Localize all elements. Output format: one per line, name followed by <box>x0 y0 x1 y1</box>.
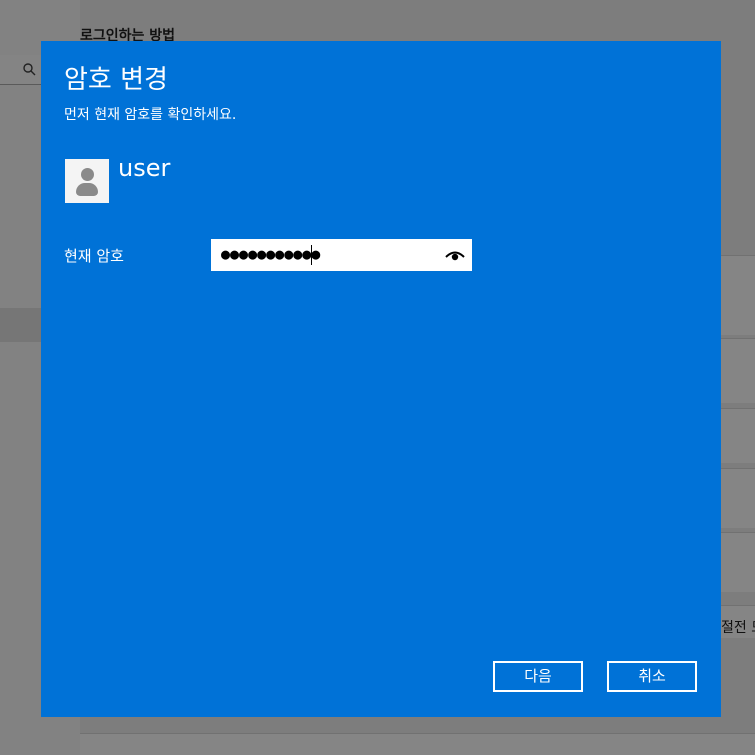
background-card <box>721 408 755 463</box>
dialog-subtitle: 먼저 현재 암호를 확인하세요. <box>64 107 237 123</box>
dialog-title: 암호 변경 <box>64 65 168 95</box>
background-card <box>721 532 755 592</box>
text-caret <box>311 245 312 265</box>
username: user <box>118 154 171 182</box>
next-button[interactable]: 다음 <box>493 661 583 692</box>
cancel-button[interactable]: 취소 <box>607 661 697 692</box>
eye-icon[interactable] <box>445 248 465 262</box>
user-avatar-icon <box>65 159 109 203</box>
search-icon <box>23 63 36 76</box>
password-masked-value: ●●●●●●●●●●● <box>221 245 321 263</box>
background-bottom-card <box>80 733 755 755</box>
background-card <box>721 468 755 528</box>
background-card <box>721 338 755 403</box>
avatar-head <box>81 168 94 181</box>
background-card-label: 절전 모 <box>721 620 755 636</box>
current-password-input[interactable]: ●●●●●●●●●●● <box>211 239 472 271</box>
current-password-label: 현재 암호 <box>64 247 124 265</box>
change-password-dialog: 암호 변경 먼저 현재 암호를 확인하세요. user 현재 암호 ●●●●●●… <box>41 41 721 717</box>
background-nav-selected <box>0 308 41 342</box>
avatar-body <box>76 183 98 196</box>
background-card <box>721 255 755 335</box>
